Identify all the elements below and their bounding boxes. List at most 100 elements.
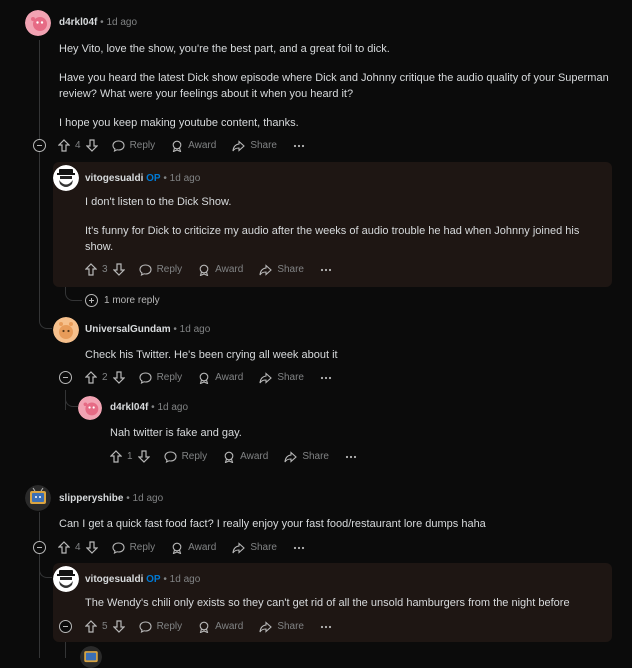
comment-actions: 4 Reply Award Share	[58, 541, 326, 554]
upvote-icon[interactable]	[58, 139, 70, 152]
avatar[interactable]	[53, 165, 79, 191]
collapse-thread-button[interactable]	[59, 371, 72, 384]
avatar[interactable]	[25, 10, 51, 36]
thread-line[interactable]	[39, 40, 40, 318]
collapse-thread-button[interactable]	[33, 139, 46, 152]
thread-elbow	[39, 555, 52, 578]
share-label: Share	[277, 264, 304, 275]
reply-label: Reply	[181, 451, 208, 462]
reply-icon	[164, 450, 177, 463]
award-button[interactable]: Award	[171, 542, 216, 554]
comment-meta: vitogesualdi OP • 1d ago	[85, 574, 200, 585]
comment-text: Hey Vito, love the show, you're the best…	[59, 43, 390, 55]
upvote-icon[interactable]	[110, 450, 122, 463]
reply-icon	[139, 620, 152, 633]
avatar[interactable]	[53, 566, 79, 592]
thread-line[interactable]	[39, 512, 40, 658]
award-button[interactable]: Award	[198, 372, 243, 384]
username[interactable]: slipperyshibe	[59, 493, 123, 504]
upvote-icon[interactable]	[85, 371, 97, 384]
vote-count: 2	[102, 372, 108, 383]
collapse-thread-button[interactable]	[59, 620, 72, 633]
timestamp[interactable]: 1d ago	[170, 574, 201, 585]
downvote-icon[interactable]	[112, 263, 125, 276]
award-button[interactable]: Award	[171, 140, 216, 152]
more-options-button[interactable]	[320, 376, 337, 380]
reply-button[interactable]: Reply	[164, 450, 208, 463]
pink-snoo-avatar-icon	[78, 396, 102, 420]
thread-elbow	[39, 300, 52, 329]
award-icon	[199, 621, 209, 633]
username[interactable]: vitogesualdi	[85, 173, 143, 184]
avatar[interactable]	[53, 317, 79, 343]
reply-icon	[112, 139, 125, 152]
comment-meta: slipperyshibe • 1d ago	[59, 493, 163, 504]
award-button[interactable]: Award	[223, 451, 268, 463]
avatar[interactable]	[80, 646, 102, 668]
vote-group: 2	[85, 371, 125, 384]
username[interactable]: d4rkl04f	[59, 17, 97, 28]
avatar[interactable]	[78, 396, 102, 420]
comment-actions: 4 Reply Award Share	[58, 139, 326, 152]
share-button[interactable]: Share	[259, 620, 304, 633]
share-button[interactable]: Share	[259, 371, 304, 384]
award-icon	[199, 264, 209, 276]
share-button[interactable]: Share	[232, 541, 277, 554]
more-options-button[interactable]	[345, 455, 362, 459]
award-button[interactable]: Award	[198, 621, 243, 633]
award-icon	[224, 451, 234, 463]
vote-count: 1	[127, 451, 133, 462]
reply-button[interactable]: Reply	[112, 541, 155, 554]
username[interactable]: d4rkl04f	[110, 402, 148, 413]
comment-text: Have you heard the latest Dick show epis…	[59, 72, 609, 100]
comment-text: Can I get a quick fast food fact? I real…	[59, 518, 486, 530]
reply-button[interactable]: Reply	[139, 263, 182, 276]
more-options-button[interactable]	[293, 144, 310, 148]
share-button[interactable]: Share	[232, 139, 277, 152]
comment-meta: UniversalGundam • 1d ago	[85, 324, 210, 335]
downvote-icon[interactable]	[112, 620, 125, 633]
share-icon	[259, 263, 273, 276]
more-options-button[interactable]	[320, 268, 337, 272]
tv-avatar-icon	[25, 485, 51, 511]
comment-text: The Wendy's chili only exists so they ca…	[85, 597, 570, 609]
award-button[interactable]: Award	[198, 264, 243, 276]
username[interactable]: UniversalGundam	[85, 324, 171, 335]
share-button[interactable]: Share	[284, 450, 329, 463]
timestamp[interactable]: 1d ago	[170, 173, 201, 184]
downvote-icon[interactable]	[112, 371, 125, 384]
reply-button[interactable]: Reply	[112, 139, 156, 152]
more-options-button[interactable]	[293, 546, 310, 550]
award-label: Award	[188, 542, 217, 553]
timestamp[interactable]: 1d ago	[106, 17, 137, 28]
reply-button[interactable]: Reply	[139, 371, 182, 384]
upvote-icon[interactable]	[85, 263, 97, 276]
username[interactable]: vitogesualdi	[85, 574, 143, 585]
more-replies-link[interactable]: 1 more reply	[104, 295, 160, 306]
vote-count: 5	[102, 621, 108, 632]
downvote-icon[interactable]	[85, 139, 98, 152]
downvote-icon[interactable]	[137, 450, 150, 463]
timestamp[interactable]: 1d ago	[180, 324, 211, 335]
comment-actions: 5 Reply Award Share	[85, 620, 353, 633]
upvote-icon[interactable]	[58, 541, 70, 554]
collapse-thread-button[interactable]	[33, 541, 46, 554]
upvote-icon[interactable]	[85, 620, 97, 633]
share-button[interactable]: Share	[259, 263, 304, 276]
more-options-button[interactable]	[320, 625, 337, 629]
more-options-icon	[345, 455, 357, 458]
comment-text: I don't listen to the Dick Show.	[85, 196, 232, 208]
reply-icon	[112, 541, 125, 554]
reply-label: Reply	[156, 621, 183, 632]
timestamp[interactable]: 1d ago	[133, 493, 164, 504]
reply-button[interactable]: Reply	[139, 620, 183, 633]
avatar[interactable]	[25, 485, 51, 511]
expand-replies-icon[interactable]	[85, 294, 98, 307]
reply-icon	[139, 371, 152, 384]
comment-text: I hope you keep making youtube content, …	[59, 117, 299, 129]
timestamp[interactable]: 1d ago	[157, 402, 188, 413]
vote-group: 3	[85, 263, 125, 276]
reply-label: Reply	[129, 140, 156, 151]
comment-actions: 3 Reply Award Share	[85, 263, 353, 276]
downvote-icon[interactable]	[85, 541, 98, 554]
